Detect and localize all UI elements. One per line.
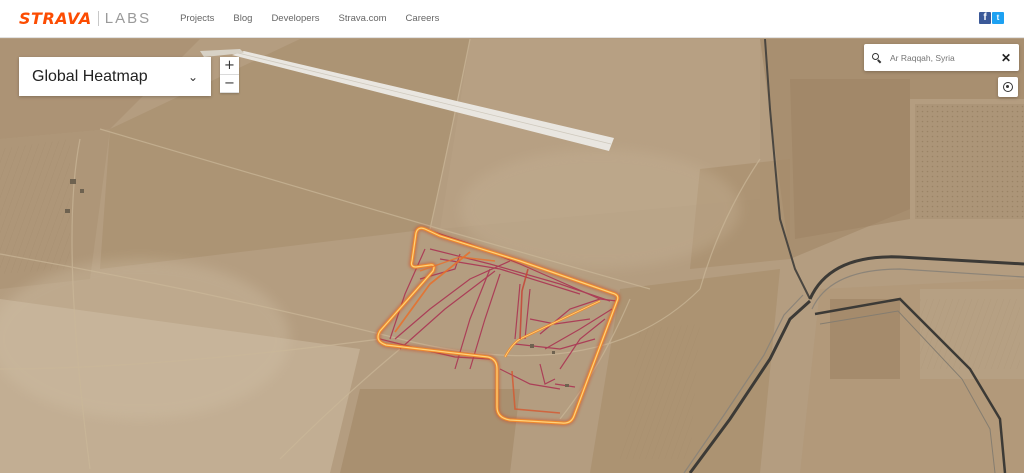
nav-strava-com[interactable]: Strava.com	[339, 13, 387, 24]
zoom-in-button[interactable]: +	[220, 57, 239, 75]
crosshair-icon	[1003, 82, 1013, 92]
chevron-down-icon: ⌄	[187, 69, 198, 84]
zoom-out-button[interactable]: −	[220, 75, 239, 93]
brand-labs: LABS	[104, 10, 152, 27]
heatmap-layer-select[interactable]: Global Heatmap ⌄	[19, 57, 211, 96]
strava-labs-logo[interactable]: STRAVA LABS	[19, 9, 151, 28]
nav-careers[interactable]: Careers	[406, 13, 440, 24]
satellite-map[interactable]	[0, 39, 1024, 473]
twitter-icon[interactable]: t	[992, 12, 1004, 24]
nav-blog[interactable]: Blog	[233, 13, 252, 24]
heatmap-layer-label: Global Heatmap	[32, 67, 148, 85]
brand-divider	[97, 11, 99, 26]
close-icon[interactable]: ✕	[1001, 51, 1011, 65]
location-search: ✕	[864, 44, 1019, 71]
nav-projects[interactable]: Projects	[180, 13, 214, 24]
search-input[interactable]	[890, 52, 997, 63]
facebook-icon[interactable]: f	[979, 12, 991, 24]
zoom-controls: + −	[220, 57, 239, 93]
nav-developers[interactable]: Developers	[271, 13, 319, 24]
top-nav-bar: STRAVA LABS Projects Blog Developers Str…	[0, 0, 1024, 38]
social-links: f t	[979, 12, 1004, 24]
brand-strava: STRAVA	[19, 9, 92, 28]
locate-me-button[interactable]	[998, 77, 1018, 97]
search-icon	[872, 53, 881, 62]
map-canvas[interactable]	[0, 39, 1024, 473]
main-nav: Projects Blog Developers Strava.com Care…	[180, 13, 458, 24]
